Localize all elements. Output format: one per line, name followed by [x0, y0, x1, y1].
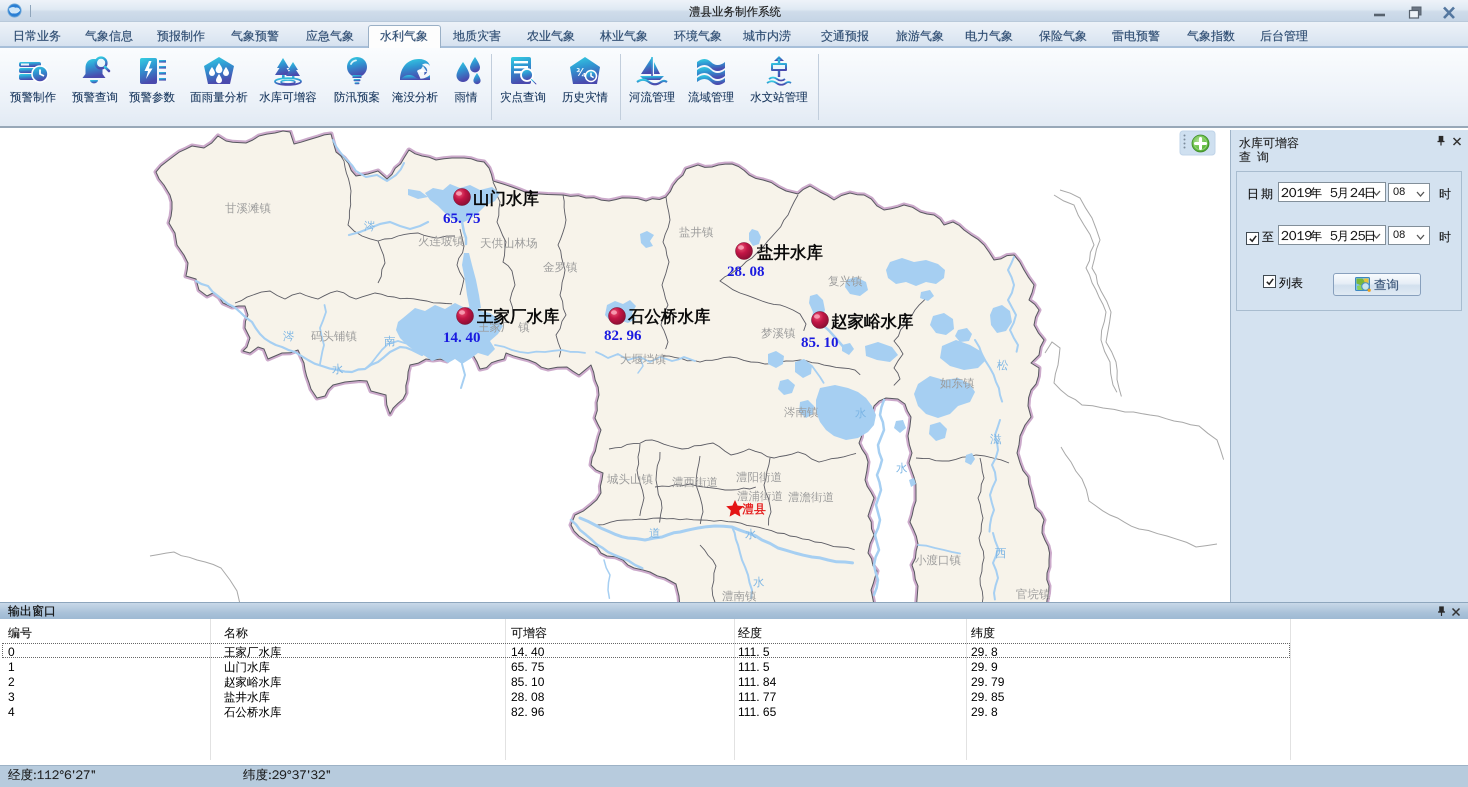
svg-text:82. 96: 82. 96	[604, 328, 642, 344]
svg-text:¾: ¾	[576, 67, 586, 79]
svg-text:28. 08: 28. 08	[727, 264, 765, 280]
svg-text:85. 10: 85. 10	[801, 335, 839, 351]
svg-text:14. 40: 14. 40	[443, 330, 481, 346]
svg-text:65. 75: 65. 75	[443, 211, 481, 227]
